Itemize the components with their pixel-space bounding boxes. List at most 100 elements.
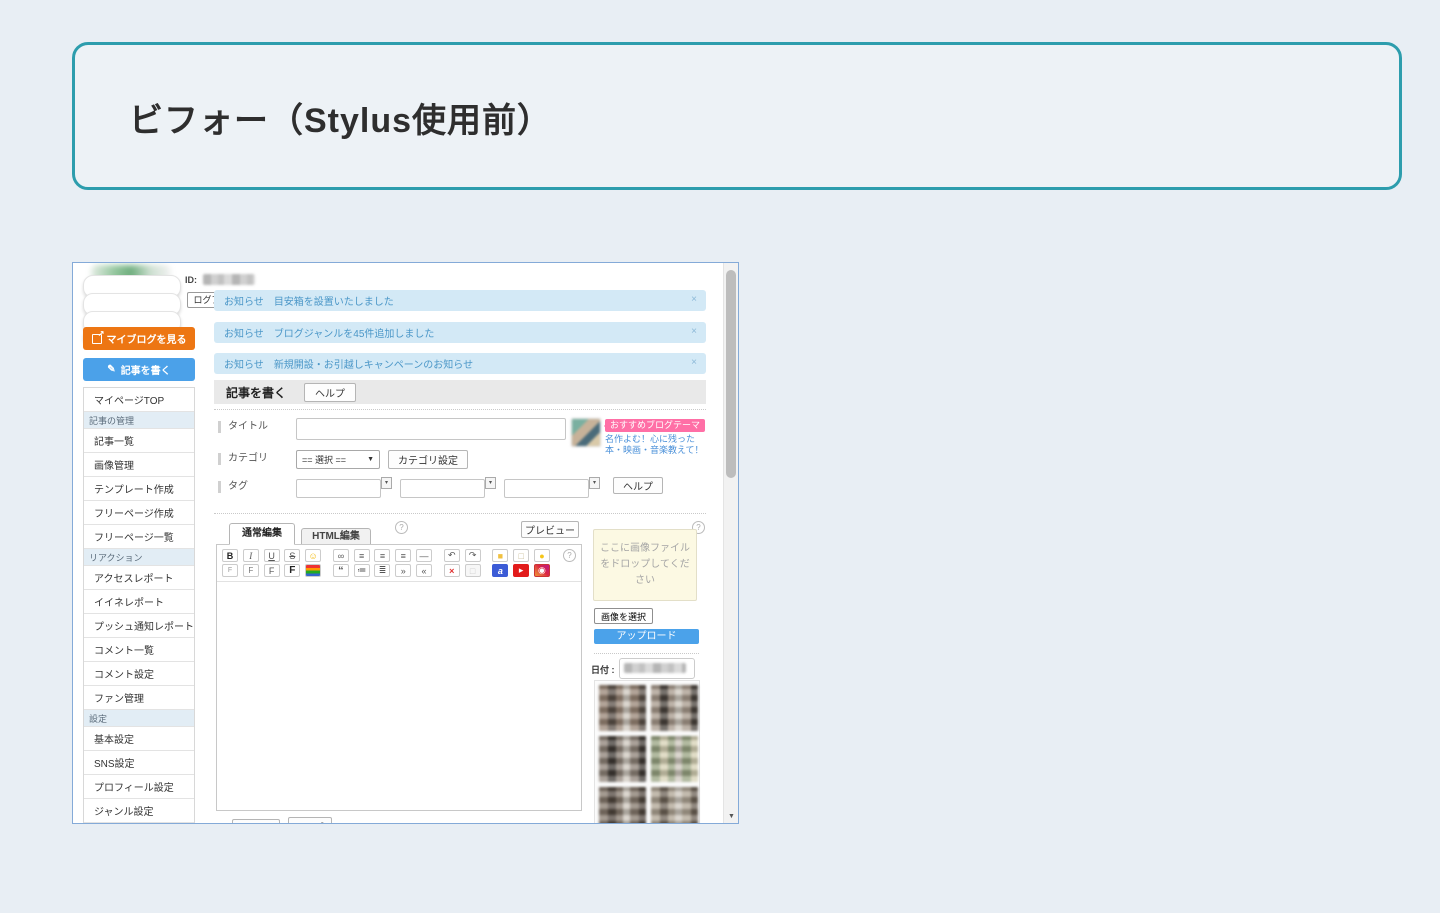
notification-close-icon[interactable]: × xyxy=(691,294,697,305)
emoji-icon[interactable]: ☺ xyxy=(305,549,322,562)
user-id-label: ID: xyxy=(185,275,197,285)
underline-icon[interactable]: U xyxy=(263,549,280,562)
horizontal-rule-icon[interactable]: — xyxy=(416,549,433,562)
notification-close-icon[interactable]: × xyxy=(691,326,697,337)
chevron-down-icon: ▾ xyxy=(384,480,388,486)
image-thumbnail[interactable] xyxy=(599,685,646,731)
notification-text: 目安箱を設置いたしました xyxy=(273,297,394,308)
sidebar-menu-item[interactable]: イイネレポート xyxy=(84,590,194,614)
clear-format-icon[interactable]: □ xyxy=(464,564,481,577)
youtube-icon[interactable]: ▸ xyxy=(513,564,530,577)
image-dropzone[interactable]: ここに画像ファイルをドロップしてください xyxy=(593,529,697,601)
more-button[interactable]: More xyxy=(232,819,280,823)
sidebar-menu-item[interactable]: コメント一覧 xyxy=(84,638,194,662)
toolbar-row-2: F F F F “ ≔ ≣ » « × □ a ▸ ◉ xyxy=(221,563,577,578)
italic-icon[interactable]: I xyxy=(242,549,259,562)
chevron-down-icon: ▼ xyxy=(367,456,374,463)
tag-dropdown-button[interactable]: ▾ xyxy=(485,477,496,489)
sidebar-menu-item[interactable]: テンプレート作成 xyxy=(84,477,194,501)
category-settings-button[interactable]: カテゴリ設定 xyxy=(388,450,468,469)
upload-button[interactable]: アップロード xyxy=(594,629,699,644)
tag-dropdown-button[interactable]: ▾ xyxy=(589,477,600,489)
recommend-theme-thumbnail[interactable] xyxy=(571,418,601,447)
folder-icon[interactable]: ■ xyxy=(492,549,509,562)
sidebar-menu-item[interactable]: 基本設定 xyxy=(84,727,194,751)
bell-icon[interactable]: ● xyxy=(533,549,550,562)
image-thumbnail[interactable] xyxy=(651,736,698,782)
tab-normal-edit[interactable]: 通常編集 xyxy=(229,523,295,545)
sidebar-menu-item[interactable]: フリーページ一覧 xyxy=(84,525,194,549)
sidebar-menu-item[interactable]: SNS設定 xyxy=(84,751,194,775)
font-size-large-icon[interactable]: F xyxy=(263,564,280,577)
sidebar-menu-item: リアクション xyxy=(84,549,194,566)
sidebar-menu-item[interactable]: ジャンル設定 xyxy=(84,799,194,823)
bold-icon[interactable]: B xyxy=(222,549,238,562)
write-article-button[interactable]: ✎ 記事を書く xyxy=(83,358,195,381)
help-icon[interactable]: ? xyxy=(395,521,408,534)
align-right-icon[interactable]: ≡ xyxy=(395,549,412,562)
notification-bar: お知らせ 目安箱を設置いたしました × xyxy=(214,290,706,311)
align-left-icon[interactable]: ≡ xyxy=(353,549,370,562)
editor-header: 記事を書く ヘルプ xyxy=(214,380,706,404)
help-button[interactable]: ヘルプ xyxy=(304,382,357,402)
tag-help-button[interactable]: ヘルプ xyxy=(613,477,663,494)
tag-input[interactable] xyxy=(296,479,381,498)
tag-input[interactable] xyxy=(504,479,589,498)
file-icon[interactable]: □ xyxy=(513,549,530,562)
scroll-down-icon[interactable]: ▼ xyxy=(724,813,738,820)
tag-dropdown-button[interactable]: ▾ xyxy=(381,477,392,489)
ameba-app-icon[interactable]: a xyxy=(492,564,509,577)
article-title-input[interactable] xyxy=(296,418,566,440)
bottom-help-button[interactable]: ヘルプ xyxy=(288,817,332,823)
sidebar-menu-item[interactable] xyxy=(84,823,194,824)
link-icon[interactable]: ∞ xyxy=(332,549,349,562)
help-icon[interactable]: ? xyxy=(563,549,576,562)
image-thumbnail[interactable] xyxy=(651,787,698,823)
align-center-icon[interactable]: ≡ xyxy=(374,549,391,562)
sidebar-menu-item[interactable]: プロフィール設定 xyxy=(84,775,194,799)
strikethrough-icon[interactable]: S xyxy=(284,549,301,562)
view-myblog-button[interactable]: マイブログを見る xyxy=(83,327,195,350)
sidebar-menu-item[interactable]: コメント設定 xyxy=(84,662,194,686)
numbered-list-icon[interactable]: ≣ xyxy=(374,564,391,577)
image-thumbnail[interactable] xyxy=(599,736,646,782)
bullet-list-icon[interactable]: ≔ xyxy=(353,564,370,577)
thumbnail-grid xyxy=(599,685,698,823)
font-size-xlarge-icon[interactable]: F xyxy=(284,564,301,577)
thumbnail-panel xyxy=(594,680,700,823)
quote-icon[interactable]: “ xyxy=(332,564,349,577)
outdent-icon[interactable]: « xyxy=(416,564,433,577)
sidebar-menu-item[interactable]: 記事一覧 xyxy=(84,429,194,453)
image-thumbnail[interactable] xyxy=(651,685,698,731)
font-color-icon[interactable] xyxy=(305,564,322,577)
scrollbar-thumb[interactable] xyxy=(726,270,736,478)
delete-icon[interactable]: × xyxy=(443,564,460,577)
tag-field-label: タグ xyxy=(218,481,248,493)
instagram-icon[interactable]: ◉ xyxy=(533,564,550,577)
redo-icon[interactable]: ↷ xyxy=(464,549,481,562)
indent-icon[interactable]: » xyxy=(395,564,412,577)
date-input[interactable] xyxy=(619,658,695,679)
sidebar-menu-item[interactable]: 画像管理 xyxy=(84,453,194,477)
vertical-scrollbar[interactable]: ▼ xyxy=(723,263,738,823)
undo-icon[interactable]: ↶ xyxy=(443,549,460,562)
notification-close-icon[interactable]: × xyxy=(691,357,697,368)
tab-html-edit[interactable]: HTML編集 xyxy=(301,528,371,545)
sidebar-menu-item[interactable]: プッシュ通知レポート xyxy=(84,614,194,638)
tag-input[interactable] xyxy=(400,479,485,498)
image-thumbnail[interactable] xyxy=(599,787,646,823)
category-select-value: == 選択 == xyxy=(302,455,347,465)
font-size-medium-icon[interactable]: F xyxy=(242,564,259,577)
sidebar-menu-item[interactable]: アクセスレポート xyxy=(84,566,194,590)
user-id-redacted xyxy=(203,274,255,285)
font-size-small-icon[interactable]: F xyxy=(222,564,238,577)
sidebar-menu-item[interactable]: ファン管理 xyxy=(84,686,194,710)
sidebar-menu-item[interactable]: マイページTOP xyxy=(84,388,194,412)
category-select[interactable]: == 選択 == ▼ xyxy=(296,450,380,469)
title-card: ビフォー（Stylus使用前） xyxy=(72,42,1402,190)
recommend-theme-link[interactable]: 名作よむ！心に残った本・映画・音楽教えて！ xyxy=(605,434,705,456)
preview-button[interactable]: プレビュー xyxy=(521,521,579,538)
sidebar-menu-item[interactable]: フリーページ作成 xyxy=(84,501,194,525)
page-title: ビフォー（Stylus使用前） xyxy=(129,102,553,140)
select-image-button[interactable]: 画像を選択 xyxy=(594,608,654,624)
